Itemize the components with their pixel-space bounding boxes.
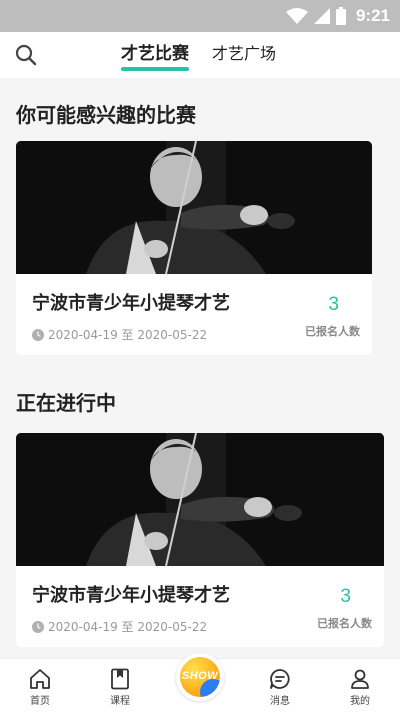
competition-title: 宁波市青少年小提琴才艺 <box>32 293 230 314</box>
tab-talent-competition[interactable]: 才艺比赛 <box>121 42 189 71</box>
competition-photo <box>16 433 384 566</box>
show-label: SHOW <box>181 670 219 682</box>
registrant-count: 3 <box>340 586 351 607</box>
tab-label: 才艺比赛 <box>121 44 189 64</box>
competition-title: 宁波市青少年小提琴才艺 <box>32 585 230 606</box>
competition-date: 2020-04-19 至 2020-05-22 <box>32 327 207 343</box>
home-icon <box>30 669 50 689</box>
competition-card[interactable]: 宁波市青少年小提琴才艺 2020-04-19 至 2020-05-22 3 已报… <box>16 141 372 355</box>
competition-card[interactable]: 宁波市青少年小提琴才艺 2020-04-19 至 2020-05-22 3 已报… <box>16 433 384 647</box>
nav-item-profile[interactable]: 我的 <box>330 667 390 709</box>
status-icons: 9:21 <box>285 5 390 27</box>
date-range-text: 2020-04-19 至 2020-05-22 <box>48 328 208 342</box>
nav-item-messages[interactable]: 消息 <box>250 667 310 709</box>
wifi-icon <box>285 8 308 24</box>
bookmark-icon <box>111 668 129 690</box>
nav-item-courses[interactable]: 课程 <box>90 667 150 709</box>
show-button[interactable]: SHOW <box>176 653 224 701</box>
registrant-count: 3 <box>328 294 339 315</box>
status-bar: 9:21 <box>0 0 400 32</box>
show-icon: SHOW <box>180 657 220 697</box>
signal-icon <box>313 8 330 24</box>
registrant-count-label: 已报名人数 <box>305 325 360 338</box>
nav-label: 我的 <box>350 696 370 707</box>
section-title-ongoing: 正在进行中 <box>16 391 116 415</box>
profile-icon <box>351 669 369 689</box>
clock-icon <box>32 621 44 633</box>
nav-label: 课程 <box>110 696 130 707</box>
message-icon <box>270 669 290 689</box>
section-title-recommended: 你可能感兴趣的比赛 <box>16 103 196 127</box>
top-header: 才艺比赛 才艺广场 <box>0 32 400 78</box>
bottom-navigation: 首页 课程 SHOW 消息 我的 <box>0 653 400 712</box>
tab-talent-plaza[interactable]: 才艺广场 <box>212 42 276 66</box>
date-range-text: 2020-04-19 至 2020-05-22 <box>48 620 208 634</box>
registrant-count-label: 已报名人数 <box>317 617 372 630</box>
tab-label: 才艺广场 <box>212 44 277 63</box>
battery-icon <box>335 7 346 25</box>
nav-label: 首页 <box>30 696 50 707</box>
competition-photo <box>16 141 372 274</box>
tab-active-indicator <box>121 67 189 71</box>
status-time: 9:21 <box>355 6 390 25</box>
competition-date: 2020-04-19 至 2020-05-22 <box>32 619 207 635</box>
search-icon[interactable] <box>14 43 38 67</box>
nav-item-home[interactable]: 首页 <box>10 667 70 709</box>
clock-icon <box>32 329 44 341</box>
nav-label: 消息 <box>270 696 290 707</box>
